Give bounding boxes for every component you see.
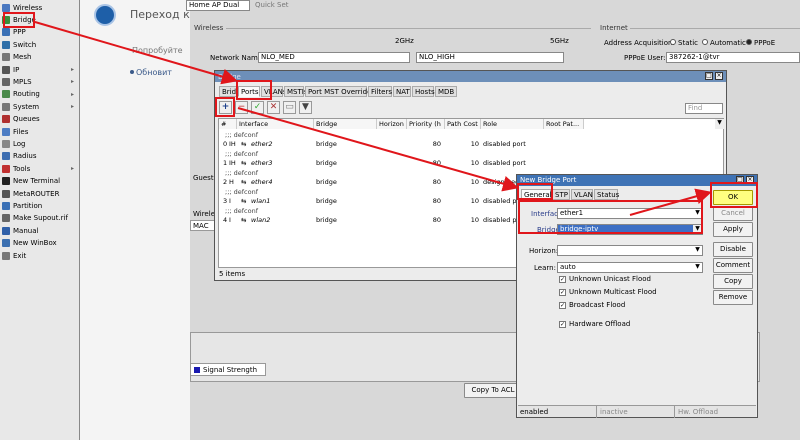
arrow-add-to-newport: [237, 107, 519, 192]
arrow-fields-to-ok: [629, 188, 712, 216]
annotation-arrows: [34, 21, 712, 216]
arrow-bridge-to-ports: [34, 21, 238, 85]
